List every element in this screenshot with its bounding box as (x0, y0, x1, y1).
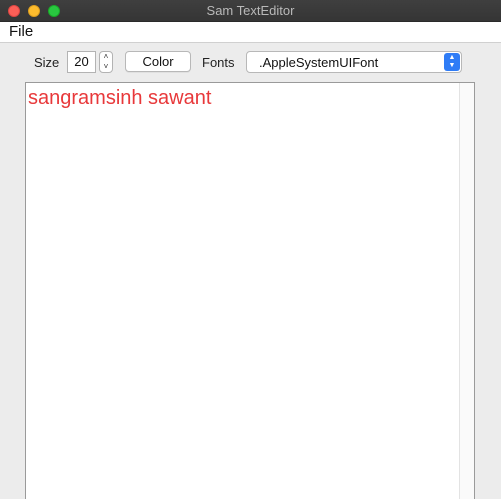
font-select-value: .AppleSystemUIFont (259, 55, 379, 70)
size-label: Size (34, 55, 60, 70)
color-button[interactable]: Color (125, 51, 191, 72)
fonts-label: Fonts (202, 55, 235, 70)
editor-scroll-pane[interactable]: sangramsinh sawant (25, 82, 475, 499)
chevron-down-icon[interactable]: ˅ (100, 62, 112, 72)
app-window: Sam TextEditor File Size 20 ˄ ˅ Color Fo… (0, 0, 501, 499)
window-title: Sam TextEditor (206, 3, 295, 18)
toolbar: Size 20 ˄ ˅ Color Fonts .AppleSystemUIFo… (0, 43, 501, 81)
up-down-arrows-icon: ▲ ▼ (444, 53, 460, 71)
font-size-input[interactable]: 20 (67, 51, 96, 73)
font-select[interactable]: .AppleSystemUIFont ▲ ▼ (246, 51, 462, 73)
menu-file[interactable]: File (9, 23, 33, 40)
title-bar[interactable]: Sam TextEditor (0, 0, 501, 22)
font-size-stepper[interactable]: ˄ ˅ (99, 51, 113, 73)
vertical-scrollbar[interactable] (459, 83, 474, 499)
editor-text-area[interactable]: sangramsinh sawant (28, 87, 211, 110)
chevron-up-icon[interactable]: ˄ (100, 52, 112, 62)
menu-bar: File (0, 22, 501, 43)
